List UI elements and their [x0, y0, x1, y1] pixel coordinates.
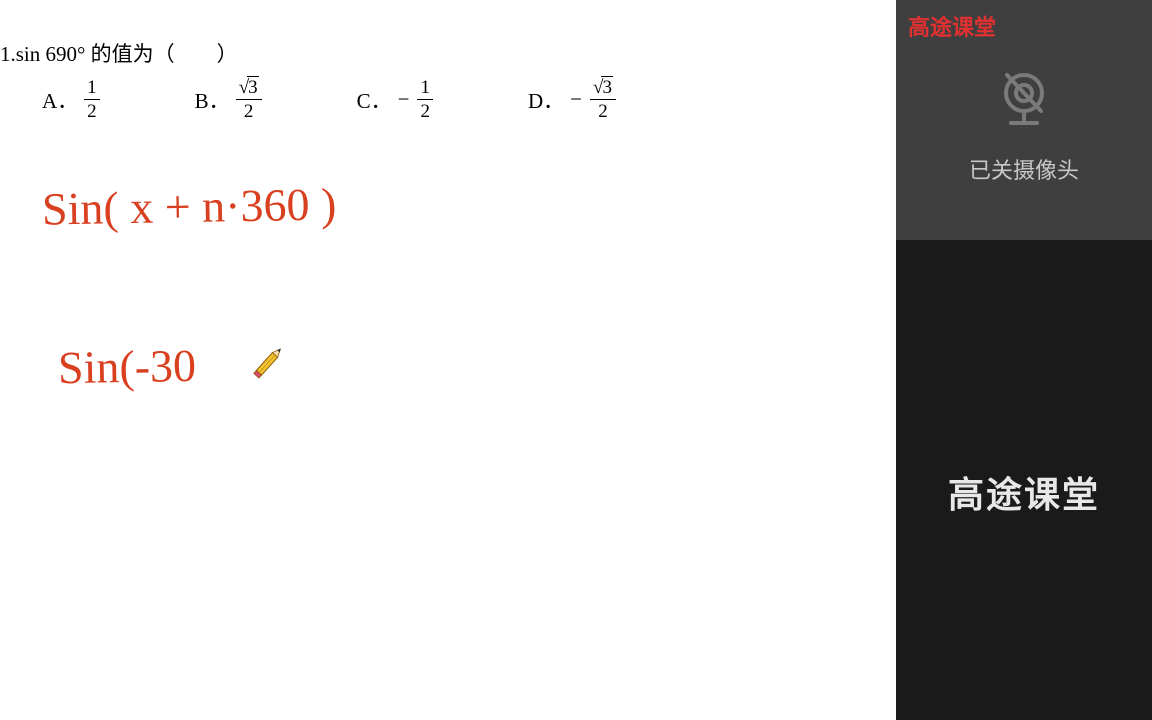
- pencil-cursor-icon: [240, 334, 296, 390]
- option-B-fraction: 3 2: [236, 78, 262, 121]
- question-suffix: 的值为（ ）: [85, 42, 237, 66]
- side-lower-area: 高途课堂: [896, 240, 1152, 720]
- option-B[interactable]: B． 3 2: [195, 78, 262, 121]
- handwriting-line-1: Sin( x + n·360 ): [42, 177, 337, 235]
- brand-watermark-mid: 高途课堂: [896, 466, 1152, 518]
- brand-watermark-top: 高途课堂: [908, 10, 996, 42]
- option-B-label: B．: [195, 85, 230, 115]
- question-text: 1.sin 690° 的值为（ ）: [0, 38, 238, 68]
- side-panel: 高途课堂 已关摄像头 高途课堂: [896, 0, 1152, 720]
- camera-status-text: 已关摄像头: [969, 153, 1079, 185]
- question-expression: sin 690°: [16, 42, 86, 66]
- question-number: 1.: [0, 42, 16, 66]
- option-A-fraction: 1 2: [84, 78, 100, 121]
- option-D[interactable]: D． − 3 2: [528, 78, 616, 121]
- option-A[interactable]: A． 1 2: [42, 78, 100, 121]
- whiteboard-area[interactable]: 1.sin 690° 的值为（ ） A． 1 2 B． 3 2 C． − 1 2: [0, 0, 896, 720]
- camera-off-icon: [989, 65, 1059, 135]
- option-C-fraction: 1 2: [417, 78, 433, 121]
- options-row: A． 1 2 B． 3 2 C． − 1 2 D． − 3: [42, 78, 616, 121]
- option-A-label: A．: [42, 85, 78, 115]
- option-C-label: C．: [357, 85, 392, 115]
- option-D-fraction: 3 2: [590, 78, 616, 121]
- option-D-label: D．: [528, 85, 564, 115]
- option-C[interactable]: C． − 1 2: [357, 78, 433, 121]
- handwriting-line-2: Sin(-30: [58, 339, 197, 394]
- camera-box: 高途课堂 已关摄像头: [896, 0, 1152, 240]
